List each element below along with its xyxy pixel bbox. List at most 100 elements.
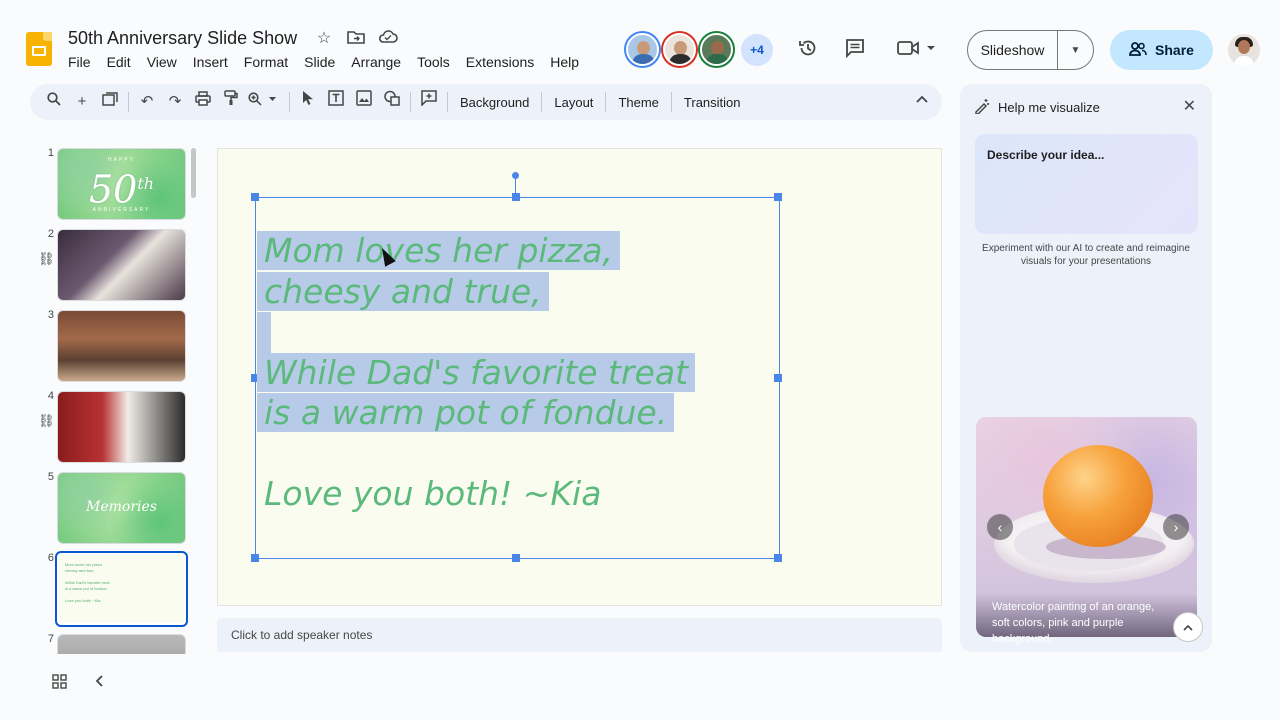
share-label: Share	[1155, 42, 1194, 58]
slide-number: 3	[47, 309, 54, 321]
slide-thumbnail-row[interactable]: 1 HAPPY 50th ANNIVERSARY	[0, 140, 200, 220]
poem-line: cheesy and true,	[257, 271, 549, 311]
comments-icon[interactable]	[843, 38, 867, 62]
image-caption: Watercolor painting of an orange, soft c…	[992, 601, 1155, 645]
menu-format[interactable]: Format	[236, 53, 296, 71]
slideshow-button[interactable]: Slideshow ▼	[967, 30, 1094, 70]
slideshow-label[interactable]: Slideshow	[968, 31, 1058, 69]
divider	[605, 92, 607, 112]
resize-handle[interactable]	[512, 193, 520, 201]
empty-line-highlight	[257, 312, 271, 353]
document-title[interactable]: 50th Anniversary Slide Show	[68, 28, 297, 49]
close-icon[interactable]: ✕	[1183, 96, 1196, 116]
slide-thumbnail[interactable]: HAPPY 50th ANNIVERSARY	[57, 148, 186, 220]
previous-image-icon[interactable]: ‹	[987, 514, 1013, 540]
slideshow-dropdown-icon[interactable]: ▼	[1058, 45, 1093, 56]
filmstrip-scrollbar[interactable]	[191, 148, 196, 198]
slide-thumbnail-row[interactable]: 4 ⛓	[0, 383, 200, 463]
collapse-menus-icon[interactable]	[916, 92, 928, 106]
collapse-filmstrip-icon[interactable]	[95, 674, 105, 692]
resize-handle[interactable]	[251, 193, 259, 201]
poem-line: is a warm pot of fondue.	[257, 393, 675, 432]
menu-edit[interactable]: Edit	[99, 53, 139, 71]
more-collaborators-badge[interactable]: +4	[741, 33, 773, 66]
speaker-notes[interactable]: Click to add speaker notes	[217, 618, 942, 652]
paint-format-icon[interactable]	[217, 88, 245, 116]
panel-header: Help me visualize	[974, 98, 1100, 117]
print-icon[interactable]	[189, 88, 217, 116]
version-history-icon[interactable]	[796, 38, 820, 62]
resize-handle[interactable]	[512, 554, 520, 562]
cloud-status-icon[interactable]	[378, 29, 398, 49]
resize-handle[interactable]	[774, 374, 782, 382]
new-slide-icon[interactable]: +	[68, 88, 96, 116]
thumb-text-lines: Mom loves her pizza cheesy and true, Whi…	[65, 562, 110, 603]
slide-thumbnail-row[interactable]: 2 ⛓	[0, 221, 200, 301]
slide-number: 2	[47, 228, 54, 240]
account-avatar[interactable]	[1228, 34, 1260, 66]
menu-tools[interactable]: Tools	[409, 53, 458, 71]
collaborator-avatars: +4	[626, 33, 773, 66]
menu-view[interactable]: View	[139, 53, 185, 71]
avatar[interactable]	[663, 33, 696, 66]
grid-view-icon[interactable]	[52, 674, 67, 693]
zoom-icon[interactable]	[245, 88, 285, 116]
layout-button[interactable]: Layout	[546, 95, 601, 110]
experiment-info: Experiment with our AI to create and rei…	[982, 243, 1190, 267]
select-tool-icon[interactable]	[294, 88, 322, 116]
slide-thumbnail-row[interactable]: 3	[0, 302, 200, 382]
idea-input[interactable]: Describe your idea...	[975, 134, 1198, 234]
menu-file[interactable]: File	[60, 53, 99, 71]
background-button[interactable]: Background	[452, 95, 537, 110]
next-image-icon[interactable]: ›	[1163, 514, 1189, 540]
divider	[670, 92, 672, 112]
redo-icon[interactable]: ↷	[161, 88, 189, 116]
meet-icon[interactable]	[895, 38, 939, 62]
slide-thumbnail[interactable]: Memories	[57, 472, 186, 544]
transition-button[interactable]: Transition	[676, 95, 749, 110]
resize-handle[interactable]	[774, 193, 782, 201]
move-folder-icon[interactable]	[346, 29, 366, 49]
menu-help[interactable]: Help	[542, 53, 587, 71]
slides-logo-icon[interactable]	[26, 32, 52, 66]
poem-text[interactable]: Mom loves her pizza, cheesy and true, Wh…	[257, 231, 696, 515]
shape-icon[interactable]	[378, 88, 406, 116]
avatar[interactable]	[626, 33, 659, 66]
share-button[interactable]: Share	[1110, 30, 1213, 70]
slide-canvas[interactable]: Mom loves her pizza, cheesy and true, Wh…	[217, 148, 942, 606]
menu-extensions[interactable]: Extensions	[458, 53, 542, 71]
poem-line: While Dad's favorite treat	[257, 352, 696, 392]
text-box-icon[interactable]	[322, 88, 350, 116]
new-slide-layout-icon[interactable]	[96, 88, 124, 116]
slide-filmstrip: 1 HAPPY 50th ANNIVERSARY 2 ⛓ 3 4 ⛓ 5 Mem…	[0, 140, 200, 654]
insert-comment-icon[interactable]	[415, 88, 443, 116]
slide-thumbnail-row[interactable]: 5 Memories	[0, 464, 200, 544]
divider	[410, 92, 411, 112]
slide-number: 7	[47, 633, 54, 645]
thumb-big-text: 50th	[88, 167, 155, 212]
avatar[interactable]	[700, 33, 733, 66]
insert-image-icon[interactable]	[350, 88, 378, 116]
resize-handle[interactable]	[251, 554, 259, 562]
slide-thumbnail-selected[interactable]: Mom loves her pizza cheesy and true, Whi…	[55, 551, 188, 627]
slide-thumbnail[interactable]	[57, 634, 186, 654]
star-icon[interactable]: ☆	[314, 29, 334, 49]
slide-thumbnail[interactable]	[57, 391, 186, 463]
menu-slide[interactable]: Slide	[296, 53, 343, 71]
menu-insert[interactable]: Insert	[185, 53, 236, 71]
slide-number: 1	[47, 147, 54, 159]
undo-icon[interactable]: ↶	[133, 88, 161, 116]
thumb-caption: Memories	[86, 499, 157, 515]
resize-handle[interactable]	[774, 554, 782, 562]
people-icon	[1129, 41, 1147, 59]
magic-pencil-icon	[974, 98, 990, 117]
theme-button[interactable]: Theme	[610, 95, 666, 110]
rotation-handle[interactable]	[512, 172, 519, 179]
search-menus-icon[interactable]	[40, 88, 68, 116]
slide-thumbnail-row[interactable]: 6 Mom loves her pizza cheesy and true, W…	[0, 545, 200, 627]
menu-arrange[interactable]: Arrange	[343, 53, 409, 71]
slide-thumbnail-row[interactable]: 7	[0, 626, 200, 654]
slide-thumbnail[interactable]	[57, 229, 186, 301]
slide-thumbnail[interactable]	[57, 310, 186, 382]
expand-up-icon[interactable]	[1173, 612, 1203, 642]
